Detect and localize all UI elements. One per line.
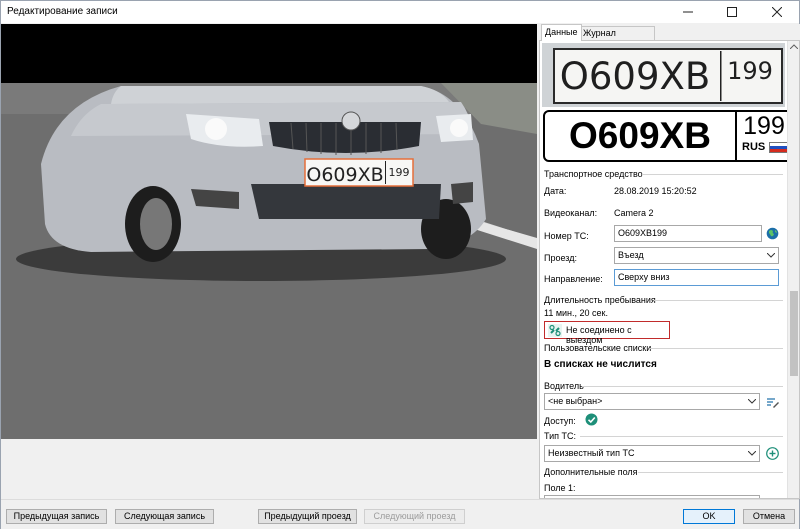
scroll-up-icon[interactable]	[790, 44, 798, 49]
next-record-button[interactable]: Следующая запись	[115, 509, 214, 524]
divider	[638, 472, 783, 473]
direction-label: Направление:	[544, 274, 603, 284]
direction-input[interactable]: Сверху вниз	[614, 269, 779, 286]
add-vehicle-type-button[interactable]	[764, 445, 781, 462]
globe-button[interactable]	[764, 225, 781, 242]
window-title: Редактирование записи	[7, 6, 118, 17]
video-frame[interactable]: О609ХВ 199	[1, 24, 537, 439]
plate-crop-region: 199	[727, 57, 773, 85]
divider	[654, 300, 783, 301]
panel-scrollbar[interactable]	[787, 41, 799, 498]
plus-circle-icon	[766, 447, 779, 460]
passage-select[interactable]: Въезд	[614, 247, 779, 264]
tab-data[interactable]: Данные	[541, 24, 582, 41]
russia-flag-icon	[769, 142, 789, 153]
vehicle-type-select[interactable]: Неизвестный тип ТС	[544, 445, 760, 462]
divider	[650, 348, 783, 349]
chevron-down-icon	[748, 451, 756, 456]
bottom-button-bar: Предыдущая запись Следующая запись Преды…	[1, 499, 799, 529]
divider	[580, 436, 783, 437]
edit-list-icon	[767, 397, 779, 408]
plate-rendered: О609ХВ 199 RUS	[543, 110, 793, 162]
plate-main-text: О609ХВ	[569, 115, 711, 156]
vehicle-section-title: Транспортное средство	[544, 169, 643, 179]
previous-record-button[interactable]: Предыдущая запись	[6, 509, 107, 524]
channel-label: Видеоканал:	[544, 208, 598, 218]
date-label: Дата:	[544, 186, 567, 196]
video-plate-text: О609ХВ	[306, 164, 383, 186]
record-panel: Данные Журнал редактирования О609ХВ 199 …	[539, 24, 800, 499]
broken-link-icon	[548, 324, 562, 337]
close-button[interactable]	[755, 1, 799, 23]
divider	[642, 174, 783, 175]
plate-number-label: Номер ТС:	[544, 231, 589, 241]
next-passage-button: Следующий проезд	[364, 509, 465, 524]
edit-driver-button[interactable]	[764, 393, 781, 410]
link-status-text: Не соединено с выездом	[566, 325, 632, 345]
lists-status: В списках не числится	[544, 359, 657, 370]
plate-separator	[735, 112, 737, 160]
maximize-icon	[727, 7, 737, 17]
plate-photo: О609ХВ 199	[542, 43, 785, 107]
minimize-button[interactable]	[666, 1, 710, 23]
access-label: Доступ:	[544, 416, 576, 426]
passage-label: Проезд:	[544, 253, 577, 263]
globe-icon	[766, 227, 779, 240]
plate-country-text: RUS	[742, 141, 766, 153]
driver-select-value: <не выбран>	[548, 396, 603, 406]
channel-value: Camera 2	[614, 208, 654, 218]
stay-duration: 11 мин., 20 сек.	[544, 308, 608, 318]
scrollbar-thumb[interactable]	[790, 291, 798, 376]
link-status-button[interactable]: Не соединено с выездом	[544, 321, 670, 345]
vehicle-type-label: Тип ТС:	[544, 431, 577, 441]
tab-edit-log[interactable]: Журнал редактирования	[579, 26, 655, 50]
tab-data-content: О609ХВ 199 О609ХВ 199 RUS Транспортное с…	[539, 40, 800, 499]
previous-passage-button[interactable]: Предыдущий проезд	[258, 509, 357, 524]
chevron-down-icon	[748, 399, 756, 404]
plate-crop-text: О609ХВ	[560, 55, 710, 98]
passage-select-value: Въезд	[618, 250, 644, 260]
field1-label: Поле 1:	[544, 483, 576, 493]
plate-region-text: 199	[743, 112, 785, 140]
divider	[582, 386, 783, 387]
ok-button[interactable]: OK	[683, 509, 735, 524]
plate-number-input[interactable]: О609ХВ199	[614, 225, 762, 242]
plate-crop-image: О609ХВ 199	[542, 43, 785, 107]
cancel-button[interactable]: Отмена	[743, 509, 795, 524]
driver-section-title: Водитель	[544, 381, 584, 391]
close-icon	[772, 7, 782, 17]
lists-section-title: Пользовательские списки	[544, 343, 652, 353]
driver-select[interactable]: <не выбран>	[544, 393, 760, 410]
maximize-button[interactable]	[710, 1, 754, 23]
title-bar: Редактирование записи	[1, 1, 799, 23]
chevron-down-icon	[767, 253, 775, 258]
vehicle-type-select-value: Неизвестный тип ТС	[548, 448, 635, 458]
stay-section-title: Длительность пребывания	[544, 295, 656, 305]
car-frame-image: О609ХВ 199	[1, 24, 537, 439]
video-plate-region: 199	[389, 166, 410, 179]
edit-record-window: Редактирование записи О609ХВ 199 Данные …	[0, 0, 800, 529]
check-circle-icon	[585, 413, 598, 426]
video-bottom-gap	[1, 439, 537, 499]
minimize-icon	[683, 11, 693, 13]
date-value: 28.08.2019 15:20:52	[614, 186, 697, 196]
extra-section-title: Дополнительные поля	[544, 467, 638, 477]
